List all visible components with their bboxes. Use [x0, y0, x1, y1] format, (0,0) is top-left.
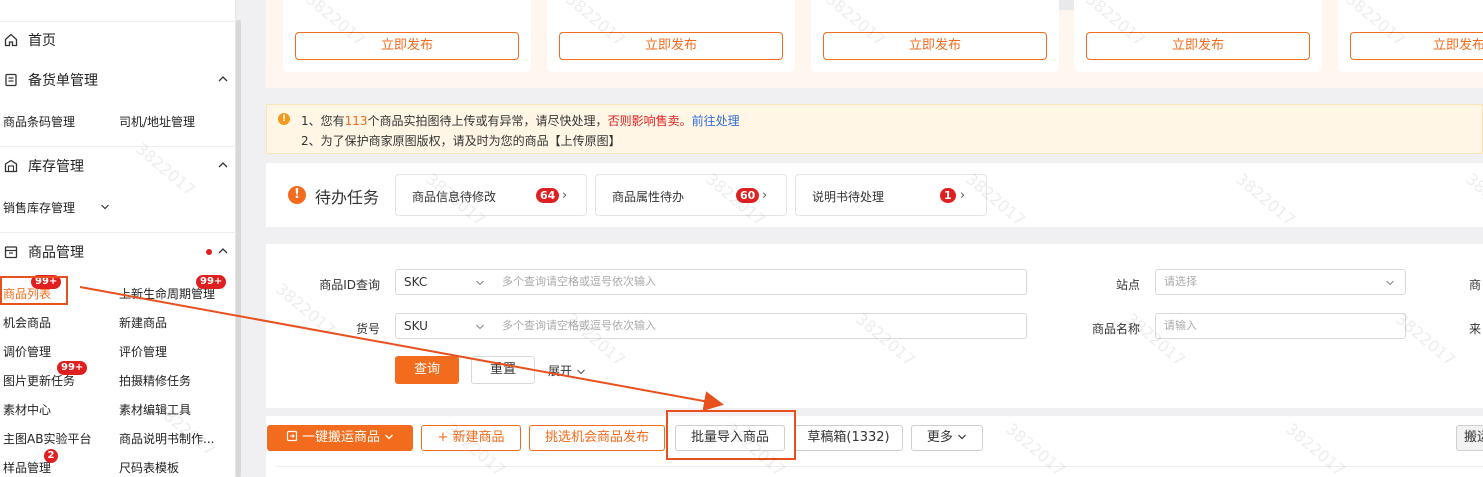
annotation-arrow [79, 286, 724, 411]
